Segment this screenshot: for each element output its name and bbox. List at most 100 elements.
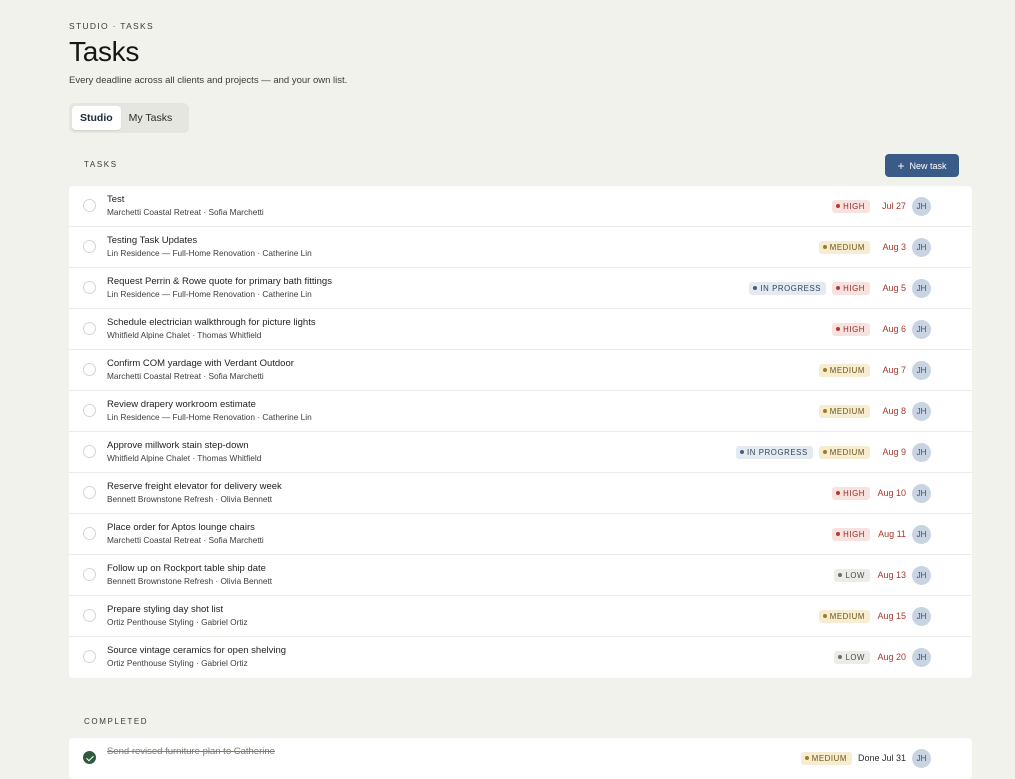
task-project: Marchetti Coastal Retreat · Sofia Marche…: [107, 371, 264, 381]
assignee-avatar[interactable]: JH: [912, 749, 931, 768]
task-checkbox[interactable]: [83, 240, 96, 253]
due-date: Jul 27: [881, 201, 906, 211]
task-row[interactable]: Place order for Aptos lounge chairs March…: [69, 514, 972, 555]
priority-dot-icon: [836, 286, 841, 290]
due-date: Aug 6: [882, 324, 906, 334]
assignee-avatar[interactable]: JH: [912, 484, 931, 503]
task-row[interactable]: Follow up on Rockport table ship date Ben…: [69, 555, 972, 596]
priority-label: MEDIUM: [829, 406, 865, 416]
priority-badge: MEDIUM: [818, 609, 870, 623]
task-row[interactable]: Test Marchetti Coastal Retreat · Sofia Ma…: [69, 186, 972, 227]
priority-label: MEDIUM: [829, 611, 865, 621]
task-name[interactable]: Place order for Aptos lounge chairs: [107, 522, 255, 533]
assignee-avatar[interactable]: JH: [912, 238, 931, 257]
task-row[interactable]: Testing Task Updates Lin Residence — Full…: [69, 227, 972, 268]
priority-dot-icon: [822, 614, 827, 618]
task-checkbox[interactable]: [83, 609, 96, 622]
task-name[interactable]: Request Perrin & Rowe quote for primary …: [107, 276, 332, 287]
assignee-avatar[interactable]: JH: [912, 320, 931, 339]
tasks-section-label: TASKS: [84, 160, 118, 169]
task-name[interactable]: Confirm COM yardage with Verdant Outdoor: [107, 358, 294, 369]
status-label: IN PROGRESS: [747, 447, 808, 457]
assignee-avatar[interactable]: JH: [912, 648, 931, 667]
task-name[interactable]: Send revised furniture plan to Catherine: [107, 746, 275, 757]
task-name[interactable]: Schedule electrician walkthrough for pic…: [107, 317, 316, 328]
task-checkbox[interactable]: [83, 199, 96, 212]
due-date: Aug 20: [877, 652, 906, 662]
priority-label: HIGH: [843, 488, 865, 498]
status-dot-icon: [753, 286, 758, 290]
view-tabs: Studio My Tasks: [69, 103, 189, 133]
task-checkbox[interactable]: [83, 363, 96, 376]
priority-badge: MEDIUM: [818, 363, 870, 377]
priority-dot-icon: [822, 409, 827, 413]
task-project: Bennett Brownstone Refresh · Olivia Benn…: [107, 494, 273, 504]
assignee-avatar[interactable]: JH: [912, 279, 931, 298]
priority-dot-icon: [822, 450, 827, 454]
task-name[interactable]: Source vintage ceramics for open shelvin…: [107, 645, 286, 656]
task-name[interactable]: Follow up on Rockport table ship date: [107, 563, 266, 574]
tab-my-tasks[interactable]: My Tasks: [121, 106, 181, 130]
task-name[interactable]: Prepare styling day shot list: [107, 604, 223, 615]
completed-list: Send revised furniture plan to Catherine…: [69, 738, 972, 779]
task-row[interactable]: Approve millwork stain step-down Whitfiel…: [69, 432, 972, 473]
task-name[interactable]: Approve millwork stain step-down: [107, 440, 249, 451]
priority-label: LOW: [845, 652, 865, 662]
new-task-button[interactable]: + New task: [885, 154, 959, 177]
priority-label: HIGH: [843, 283, 865, 293]
task-checkbox[interactable]: [83, 568, 96, 581]
task-row[interactable]: Source vintage ceramics for open shelvin…: [69, 637, 972, 678]
task-project: Whitfield Alpine Chalet · Thomas Whitfie…: [107, 453, 262, 463]
due-date: Aug 9: [882, 447, 906, 457]
priority-label: HIGH: [843, 201, 865, 211]
due-date: Aug 8: [882, 406, 906, 416]
task-row[interactable]: Confirm COM yardage with Verdant Outdoor…: [69, 350, 972, 391]
status-badge: IN PROGRESS: [749, 281, 827, 295]
assignee-avatar[interactable]: JH: [912, 566, 931, 585]
priority-label: LOW: [845, 570, 865, 580]
priority-badge: MEDIUM: [800, 751, 852, 765]
assignee-avatar[interactable]: JH: [912, 607, 931, 626]
task-row[interactable]: Schedule electrician walkthrough for pic…: [69, 309, 972, 350]
assignee-avatar[interactable]: JH: [912, 402, 931, 421]
priority-dot-icon: [822, 245, 827, 249]
task-name[interactable]: Test: [107, 194, 124, 205]
assignee-avatar[interactable]: JH: [912, 197, 931, 216]
assignee-avatar[interactable]: JH: [912, 443, 931, 462]
due-date: Aug 11: [878, 529, 906, 539]
completed-check-icon[interactable]: [83, 751, 96, 764]
task-row[interactable]: Prepare styling day shot list Ortiz Penth…: [69, 596, 972, 637]
status-badge: IN PROGRESS: [736, 445, 813, 459]
task-checkbox[interactable]: [83, 650, 96, 663]
task-checkbox[interactable]: [83, 486, 96, 499]
tab-studio[interactable]: Studio: [72, 106, 121, 130]
task-name[interactable]: Testing Task Updates: [107, 235, 197, 246]
task-project: Ortiz Penthouse Styling · Gabriel Ortiz: [107, 658, 248, 668]
priority-badge: MEDIUM: [818, 240, 870, 254]
due-date: Aug 7: [882, 365, 906, 375]
task-checkbox[interactable]: [83, 527, 96, 540]
task-name[interactable]: Reserve freight elevator for delivery we…: [107, 481, 282, 492]
assignee-avatar[interactable]: JH: [912, 525, 931, 544]
task-checkbox[interactable]: [83, 322, 96, 335]
task-checkbox[interactable]: [83, 445, 96, 458]
due-date: Aug 3: [882, 242, 906, 252]
task-project: Lin Residence — Full-Home Renovation · C…: [107, 412, 312, 422]
priority-label: MEDIUM: [811, 753, 847, 763]
priority-label: HIGH: [843, 529, 865, 539]
task-checkbox[interactable]: [83, 281, 96, 294]
task-row[interactable]: Review drapery workroom estimate Lin Resi…: [69, 391, 972, 432]
task-row[interactable]: Send revised furniture plan to Catherine…: [69, 738, 972, 779]
priority-dot-icon: [822, 368, 827, 372]
priority-label: MEDIUM: [829, 242, 865, 252]
task-row[interactable]: Request Perrin & Rowe quote for primary …: [69, 268, 972, 309]
task-row[interactable]: Reserve freight elevator for delivery we…: [69, 473, 972, 514]
assignee-avatar[interactable]: JH: [912, 361, 931, 380]
task-checkbox[interactable]: [83, 404, 96, 417]
task-name[interactable]: Review drapery workroom estimate: [107, 399, 256, 410]
page-title: Tasks: [69, 36, 140, 67]
priority-dot-icon: [804, 756, 809, 760]
priority-badge: HIGH: [832, 527, 870, 541]
priority-dot-icon: [836, 491, 841, 495]
task-meta: IN PROGRESS HIGH Aug 5: [749, 268, 931, 308]
